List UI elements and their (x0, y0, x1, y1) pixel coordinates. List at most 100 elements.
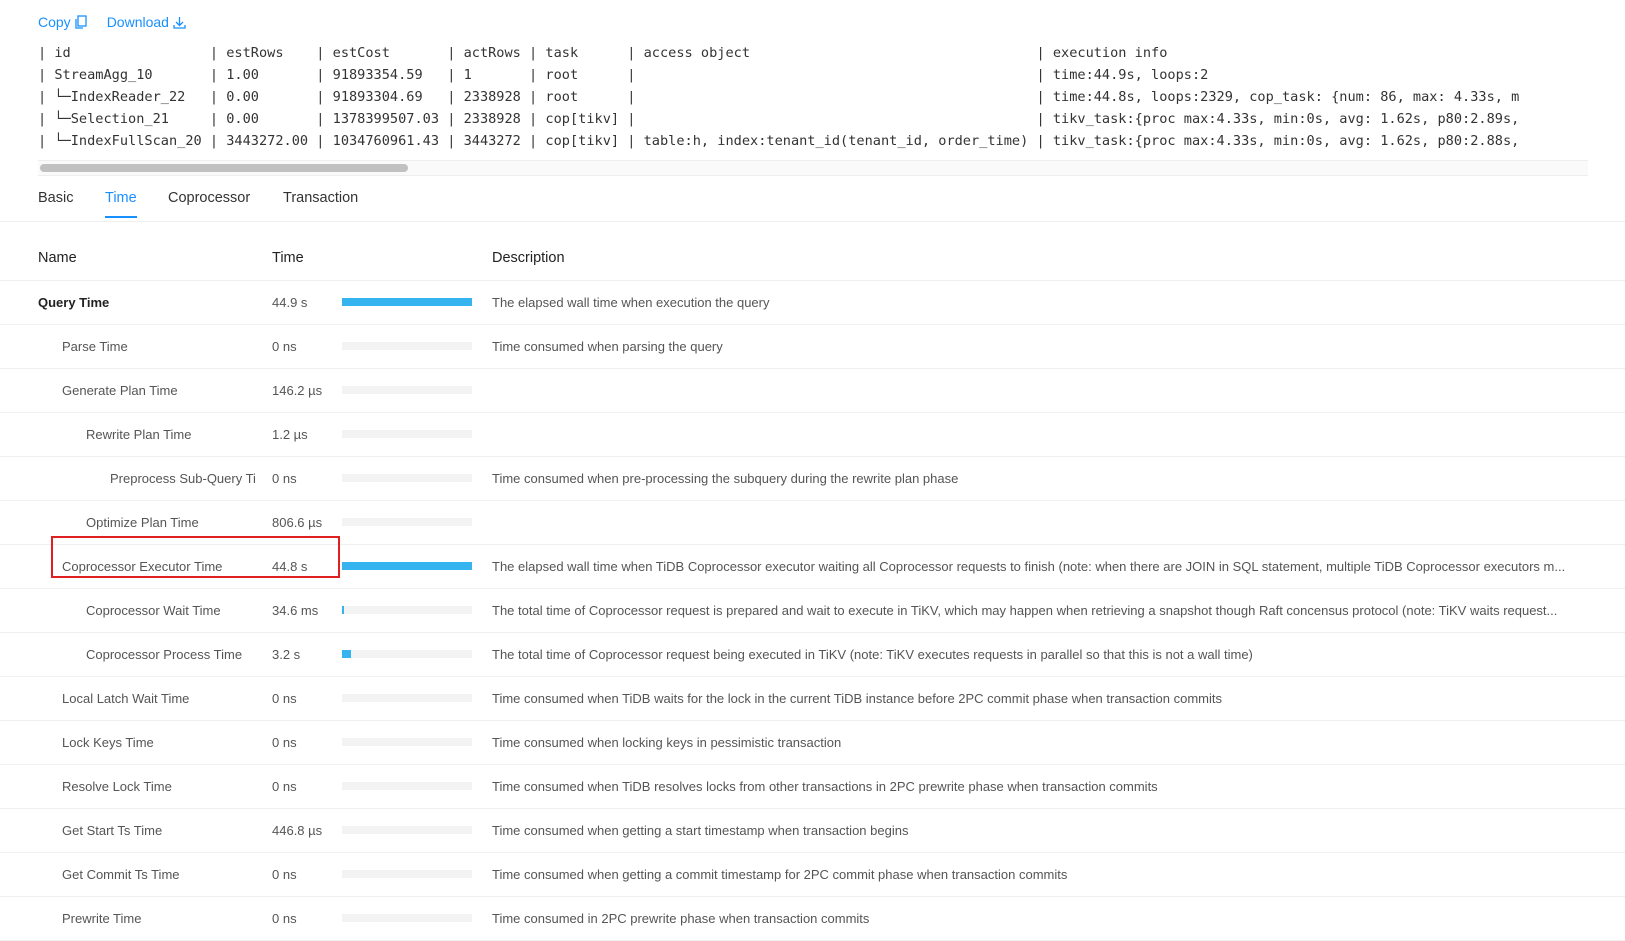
time-bar (342, 738, 472, 746)
table-row[interactable]: Get Commit Ts Time 0 ns Time consumed when… (0, 853, 1625, 897)
plan-actions: Copy Download (38, 14, 186, 30)
table-row[interactable]: Local Latch Wait Time 0 ns Time consumed w… (0, 677, 1625, 721)
row-description: Time consumed when TiDB waits for the lo… (492, 691, 1222, 706)
row-name: Generate Plan Time (62, 383, 178, 398)
row-name: Rewrite Plan Time (86, 427, 192, 442)
time-bar-fill (342, 562, 472, 570)
row-time: 0 ns (272, 911, 297, 926)
row-description: Time consumed when pre-processing the su… (492, 471, 959, 486)
copy-button[interactable]: Copy (38, 14, 87, 30)
time-bar (342, 518, 472, 526)
time-table-body: Query Time 44.9 s The elapsed wall time wh… (0, 281, 1625, 941)
row-name: Lock Keys Time (62, 735, 154, 750)
row-description: Time consumed when getting a start times… (492, 823, 909, 838)
row-description: Time consumed in 2PC prewrite phase when… (492, 911, 870, 926)
table-row[interactable]: Get Start Ts Time 446.8 µs Time consumed w… (0, 809, 1625, 853)
execution-plan: | id | estRows | estCost | actRows | tas… (38, 42, 1588, 152)
time-bar (342, 562, 472, 570)
header-name: Name (38, 250, 77, 266)
execution-plan-text: | id | estRows | estCost | actRows | tas… (38, 42, 1588, 152)
table-row[interactable]: Preprocess Sub-Query Ti 0 ns Time consumed… (0, 457, 1625, 501)
time-bar (342, 430, 472, 438)
time-bar (342, 386, 472, 394)
row-time: 0 ns (272, 735, 297, 750)
row-time: 806.6 µs (272, 515, 323, 530)
table-row[interactable]: Rewrite Plan Time 1.2 µs (0, 413, 1625, 457)
row-name: Resolve Lock Time (62, 779, 172, 794)
header-description: Description (492, 250, 565, 266)
tab-time[interactable]: Time (105, 190, 137, 218)
row-time: 0 ns (272, 867, 297, 882)
plan-row: | └─IndexFullScan_20 | 3443272.00 | 1034… (38, 133, 1520, 149)
row-time: 0 ns (272, 339, 297, 354)
row-description: The total time of Coprocessor request is… (492, 603, 1558, 618)
row-name: Preprocess Sub-Query Ti (110, 471, 256, 486)
time-table-header: Name Time Description (0, 236, 1625, 281)
horizontal-scrollbar[interactable] (38, 160, 1588, 176)
row-description: Time consumed when getting a commit time… (492, 867, 1068, 882)
scrollbar-thumb[interactable] (40, 164, 408, 172)
table-row[interactable]: Optimize Plan Time 806.6 µs (0, 501, 1625, 545)
table-row[interactable]: Coprocessor Wait Time 34.6 ms The total ti… (0, 589, 1625, 633)
table-row[interactable]: Generate Plan Time 146.2 µs (0, 369, 1625, 413)
time-bar (342, 342, 472, 350)
row-time: 34.6 ms (272, 603, 319, 618)
time-bar (342, 826, 472, 834)
row-time: 146.2 µs (272, 383, 323, 398)
row-time: 0 ns (272, 471, 297, 486)
download-icon (173, 16, 186, 29)
row-name: Coprocessor Executor Time (62, 559, 223, 574)
tab-basic[interactable]: Basic (38, 190, 73, 216)
table-row[interactable]: Resolve Lock Time 0 ns Time consumed when … (0, 765, 1625, 809)
table-row[interactable]: Prewrite Time 0 ns Time consumed in 2PC pr… (0, 897, 1625, 941)
row-name: Get Commit Ts Time (62, 867, 180, 882)
plan-row: | └─IndexReader_22 | 0.00 | 91893304.69 … (38, 89, 1520, 105)
time-bar (342, 606, 472, 614)
detail-tabs: Basic Time Coprocessor Transaction (0, 180, 1625, 222)
table-row[interactable]: Parse Time 0 ns Time consumed when parsing… (0, 325, 1625, 369)
time-bar (342, 298, 472, 306)
time-bar-fill (342, 650, 352, 658)
row-time: 0 ns (272, 779, 297, 794)
row-time: 44.9 s (272, 295, 308, 310)
row-time: 44.8 s (272, 559, 308, 574)
plan-row: | └─Selection_21 | 0.00 | 1378399507.03 … (38, 111, 1520, 127)
row-name: Parse Time (62, 339, 128, 354)
row-time: 0 ns (272, 691, 297, 706)
time-bar (342, 694, 472, 702)
row-name: Query Time (38, 295, 110, 310)
row-description: Time consumed when TiDB resolves locks f… (492, 779, 1158, 794)
row-time: 446.8 µs (272, 823, 323, 838)
time-bar (342, 870, 472, 878)
plan-header-line: | id | estRows | estCost | actRows | tas… (38, 45, 1168, 61)
time-bar (342, 650, 472, 658)
time-bar (342, 914, 472, 922)
copy-icon (75, 15, 87, 29)
table-row[interactable]: Query Time 44.9 s The elapsed wall time wh… (0, 281, 1625, 325)
row-description: The elapsed wall time when TiDB Coproces… (492, 559, 1566, 574)
row-time: 3.2 s (272, 647, 301, 662)
tab-coprocessor[interactable]: Coprocessor (168, 190, 250, 216)
row-name: Coprocessor Wait Time (86, 603, 221, 618)
download-button[interactable]: Download (107, 14, 186, 30)
table-row[interactable]: Coprocessor Executor Time 44.8 s The elaps… (0, 545, 1625, 589)
row-name: Get Start Ts Time (62, 823, 163, 838)
row-description: Time consumed when locking keys in pessi… (492, 735, 842, 750)
row-description: The total time of Coprocessor request be… (492, 647, 1253, 662)
row-name: Local Latch Wait Time (62, 691, 190, 706)
plan-row: | StreamAgg_10 | 1.00 | 91893354.59 | 1 … (38, 67, 1209, 83)
row-name: Prewrite Time (62, 911, 142, 926)
time-bar-fill (342, 606, 344, 614)
row-time: 1.2 µs (272, 427, 308, 442)
row-description: The elapsed wall time when execution the… (492, 295, 770, 310)
time-bar-fill (342, 298, 472, 306)
table-row[interactable]: Lock Keys Time 0 ns Time consumed when loc… (0, 721, 1625, 765)
header-time: Time (272, 250, 304, 266)
row-description: Time consumed when parsing the query (492, 339, 723, 354)
tab-transaction[interactable]: Transaction (283, 190, 358, 216)
time-bar (342, 474, 472, 482)
time-bar (342, 782, 472, 790)
row-name: Coprocessor Process Time (86, 647, 243, 662)
row-name: Optimize Plan Time (86, 515, 199, 530)
table-row[interactable]: Coprocessor Process Time 3.2 s The total t… (0, 633, 1625, 677)
